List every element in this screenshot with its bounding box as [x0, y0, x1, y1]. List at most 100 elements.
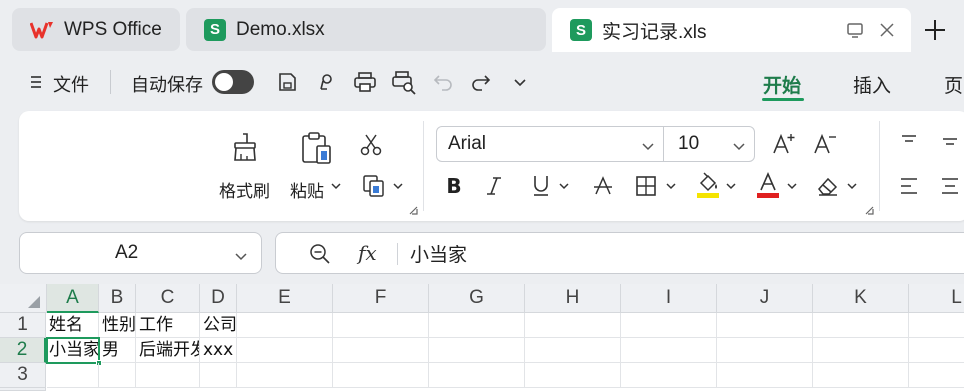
- clipboard-dialog-launcher-icon[interactable]: [408, 205, 418, 215]
- cell-l2[interactable]: [909, 338, 964, 363]
- cell-f1[interactable]: [333, 313, 429, 338]
- close-tab-icon[interactable]: [878, 21, 896, 45]
- autosave-toggle[interactable]: [212, 70, 254, 94]
- undo-icon[interactable]: [432, 70, 454, 94]
- tab-shixi-jilu[interactable]: S 实习记录.xls: [552, 8, 911, 52]
- column-header-d[interactable]: D: [200, 284, 237, 313]
- select-all-corner[interactable]: [0, 284, 47, 313]
- cell-h2[interactable]: [525, 338, 621, 363]
- cell-e3[interactable]: [237, 363, 333, 388]
- cell-b2[interactable]: 男: [99, 338, 136, 363]
- formula-input[interactable]: fx 小当家: [275, 232, 964, 274]
- fill-color-dropdown-chevron-icon[interactable]: [725, 180, 737, 192]
- cell-a3[interactable]: [47, 363, 99, 388]
- restore-window-icon[interactable]: [846, 21, 864, 45]
- italic-icon[interactable]: [483, 174, 505, 198]
- cell-k1[interactable]: [813, 313, 909, 338]
- paste-label[interactable]: 粘贴: [290, 177, 324, 202]
- menu-icon[interactable]: [28, 73, 44, 91]
- cell-i2[interactable]: [621, 338, 717, 363]
- column-header-g[interactable]: G: [429, 284, 525, 313]
- underline-dropdown-chevron-icon[interactable]: [558, 180, 570, 192]
- cell-c3[interactable]: [136, 363, 200, 388]
- format-painter-icon[interactable]: [228, 130, 262, 164]
- name-box[interactable]: A2: [19, 232, 262, 274]
- borders-dropdown-chevron-icon[interactable]: [665, 180, 677, 192]
- new-tab-plus-icon[interactable]: [922, 17, 948, 43]
- cell-i3[interactable]: [621, 363, 717, 388]
- column-header-b[interactable]: B: [99, 284, 136, 313]
- fx-icon[interactable]: fx: [358, 241, 377, 265]
- cell-a2-selected[interactable]: 小当家: [46, 337, 100, 364]
- print-icon[interactable]: [352, 70, 378, 94]
- copy-icon[interactable]: [361, 173, 387, 199]
- align-top-icon[interactable]: [898, 131, 920, 153]
- decrease-font-size-icon[interactable]: [811, 130, 839, 158]
- column-header-j[interactable]: J: [717, 284, 813, 313]
- font-color-icon[interactable]: [755, 170, 781, 200]
- cell-e1[interactable]: [237, 313, 333, 338]
- column-header-c[interactable]: C: [136, 284, 200, 313]
- borders-icon[interactable]: [634, 174, 658, 198]
- cell-f3[interactable]: [333, 363, 429, 388]
- cell-j2[interactable]: [717, 338, 813, 363]
- font-size-select[interactable]: 10: [663, 126, 755, 162]
- clear-formatting-eraser-icon[interactable]: [815, 173, 841, 199]
- column-header-i[interactable]: I: [621, 284, 717, 313]
- paste-dropdown-chevron-icon[interactable]: [330, 180, 342, 192]
- increase-font-size-icon[interactable]: [770, 130, 798, 158]
- cell-f2[interactable]: [333, 338, 429, 363]
- cell-d1[interactable]: 公司: [200, 313, 237, 338]
- cell-d2[interactable]: xxx: [200, 338, 237, 363]
- row-header-2[interactable]: 2: [0, 338, 46, 363]
- ribbon-tab-home[interactable]: 开始: [763, 71, 801, 98]
- strikethrough-icon[interactable]: [591, 173, 615, 199]
- cell-d3[interactable]: [200, 363, 237, 388]
- fill-color-bucket-icon[interactable]: [694, 170, 722, 200]
- bold-icon[interactable]: B: [443, 174, 465, 198]
- cell-b3[interactable]: [99, 363, 136, 388]
- zoom-magnifier-icon[interactable]: [309, 243, 331, 271]
- cell-h3[interactable]: [525, 363, 621, 388]
- column-header-f[interactable]: F: [333, 284, 429, 313]
- ribbon-tab-insert[interactable]: 插入: [853, 71, 891, 98]
- share-icon[interactable]: [314, 70, 338, 94]
- paste-icon[interactable]: [298, 130, 334, 166]
- tab-wps-office[interactable]: WPS Office: [12, 8, 180, 51]
- save-icon[interactable]: [275, 70, 299, 94]
- tab-demo-xlsx[interactable]: S Demo.xlsx: [186, 8, 546, 51]
- cell-k3[interactable]: [813, 363, 909, 388]
- row-header-3[interactable]: 3: [0, 363, 46, 388]
- column-header-l[interactable]: L: [909, 284, 964, 313]
- file-menu[interactable]: 文件: [53, 71, 89, 97]
- cell-l3[interactable]: [909, 363, 964, 388]
- cell-h1[interactable]: [525, 313, 621, 338]
- underline-icon[interactable]: [530, 173, 552, 199]
- clear-dropdown-chevron-icon[interactable]: [846, 180, 858, 192]
- cut-scissors-icon[interactable]: [358, 132, 384, 158]
- align-center-icon[interactable]: [939, 175, 961, 197]
- column-header-e[interactable]: E: [237, 284, 333, 313]
- cell-g3[interactable]: [429, 363, 525, 388]
- font-name-select[interactable]: Arial: [436, 126, 664, 162]
- cell-g2[interactable]: [429, 338, 525, 363]
- cell-e2[interactable]: [237, 338, 333, 363]
- redo-icon[interactable]: [470, 70, 492, 94]
- ribbon-tab-page[interactable]: 页: [944, 71, 963, 98]
- cell-i1[interactable]: [621, 313, 717, 338]
- row-header-1[interactable]: 1: [0, 313, 46, 338]
- copy-dropdown-chevron-icon[interactable]: [392, 180, 404, 192]
- column-header-h[interactable]: H: [525, 284, 621, 313]
- more-chevron-down-icon[interactable]: [510, 72, 530, 92]
- cell-a1[interactable]: 姓名: [47, 313, 99, 338]
- align-middle-icon[interactable]: [939, 131, 961, 153]
- cell-l1[interactable]: [909, 313, 964, 338]
- cell-b1[interactable]: 性别: [99, 313, 136, 338]
- cell-c1[interactable]: 工作: [136, 313, 200, 338]
- column-header-k[interactable]: K: [813, 284, 909, 313]
- column-header-a[interactable]: A: [47, 284, 99, 313]
- print-preview-icon[interactable]: [391, 70, 417, 96]
- font-color-dropdown-chevron-icon[interactable]: [786, 180, 798, 192]
- format-painter-label[interactable]: 格式刷: [219, 177, 270, 202]
- cell-c2[interactable]: 后端开发: [136, 338, 200, 363]
